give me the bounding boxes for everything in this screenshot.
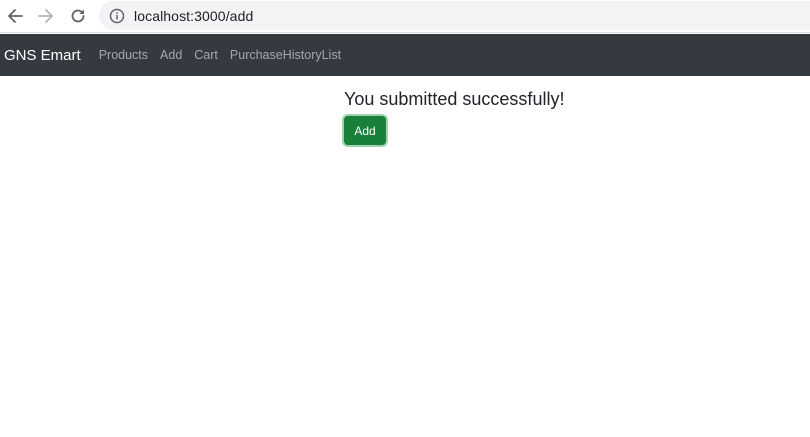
nav-link-purchase-history[interactable]: PurchaseHistoryList bbox=[230, 48, 341, 62]
success-message: You submitted successfully! bbox=[344, 89, 565, 109]
info-circle-icon[interactable] bbox=[109, 8, 125, 24]
arrow-right-icon bbox=[38, 9, 53, 23]
main-content: You submitted successfully! Add bbox=[344, 88, 565, 145]
nav-links: Products Add Cart PurchaseHistoryList bbox=[99, 48, 353, 62]
nav-link-cart[interactable]: Cart bbox=[194, 48, 218, 62]
brand-link[interactable]: GNS Emart bbox=[4, 47, 81, 64]
reload-icon bbox=[71, 9, 85, 23]
url-text[interactable]: localhost:3000/add bbox=[134, 8, 253, 24]
nav-link-products[interactable]: Products bbox=[99, 48, 148, 62]
browser-toolbar: localhost:3000/add bbox=[0, 0, 810, 33]
address-bar[interactable]: localhost:3000/add bbox=[99, 1, 810, 30]
arrow-left-icon bbox=[8, 9, 23, 23]
back-button[interactable] bbox=[2, 3, 28, 29]
add-button[interactable]: Add bbox=[344, 116, 386, 145]
nav-link-add[interactable]: Add bbox=[160, 48, 182, 62]
reload-button[interactable] bbox=[65, 3, 91, 29]
navbar: GNS Emart Products Add Cart PurchaseHist… bbox=[0, 34, 810, 76]
forward-button[interactable] bbox=[33, 3, 59, 29]
